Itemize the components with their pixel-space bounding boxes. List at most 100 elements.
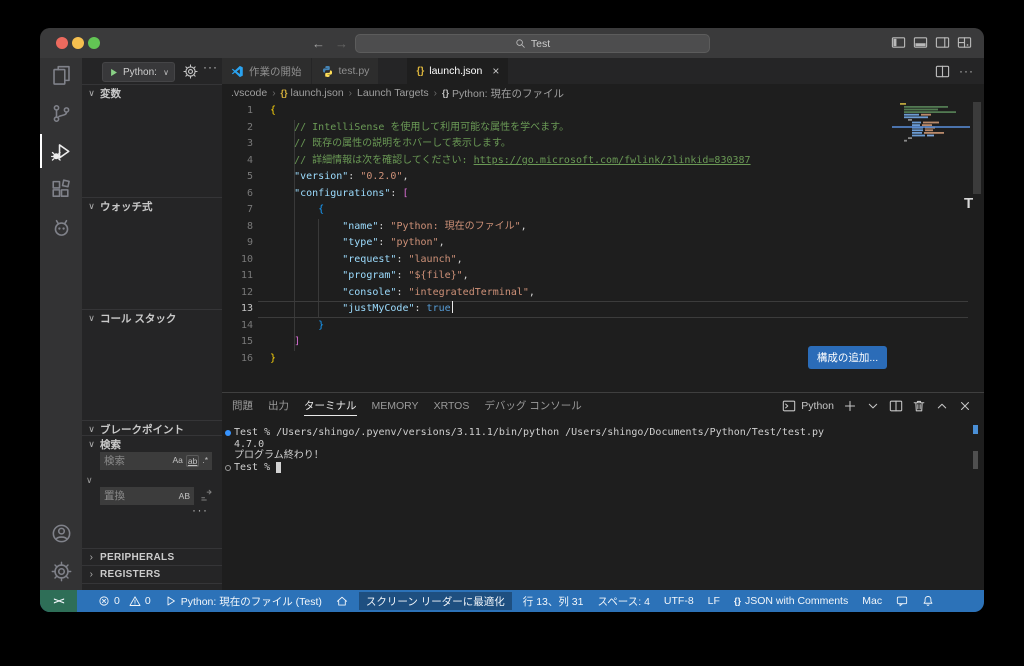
line-number[interactable]: 11 bbox=[222, 268, 253, 285]
status-language-mode[interactable]: {}JSON with Comments bbox=[727, 590, 855, 612]
code-line-4[interactable]: 4 // 詳細情報は次を確認してください: https://go.microso… bbox=[222, 153, 984, 170]
line-number[interactable]: 12 bbox=[222, 285, 253, 302]
editor-tab-0[interactable]: 作業の開始 bbox=[222, 58, 312, 84]
breadcrumb-item-1[interactable]: {}launch.json bbox=[281, 87, 344, 99]
code-line-5[interactable]: 5 "version": "0.2.0", bbox=[222, 169, 984, 186]
command-center-search[interactable]: Test bbox=[355, 34, 710, 53]
terminal[interactable]: Test % /Users/shingo/.pyenv/versions/3.1… bbox=[224, 393, 984, 590]
editor[interactable]: 1{2 // IntelliSense を使用して利用可能な属性を学べます。3 … bbox=[222, 102, 984, 392]
activity-item-accounts[interactable] bbox=[40, 521, 82, 545]
sidebar-section-2[interactable]: ∨コール スタック bbox=[87, 311, 222, 326]
activity-item-source-control[interactable] bbox=[40, 101, 82, 125]
code-line-2[interactable]: 2 // IntelliSense を使用して利用可能な属性を学べます。 bbox=[222, 120, 984, 137]
code-line-9[interactable]: 9 "type": "python", bbox=[222, 235, 984, 252]
breadcrumb-item-3[interactable]: {}Python: 現在のファイル bbox=[442, 86, 564, 101]
status-home[interactable] bbox=[329, 590, 355, 612]
line-number[interactable]: 15 bbox=[222, 334, 253, 351]
code-line-8[interactable]: 8 "name": "Python: 現在のファイル", bbox=[222, 219, 984, 236]
preserve-case-toggle[interactable]: AB bbox=[179, 491, 190, 501]
line-number[interactable]: 8 bbox=[222, 219, 253, 236]
editor-more-actions[interactable]: ··· bbox=[959, 64, 974, 78]
status-cursor-position[interactable]: 行 13、列 31 bbox=[516, 590, 591, 612]
line-number[interactable]: 2 bbox=[222, 120, 253, 137]
whole-word-toggle[interactable]: ab bbox=[186, 455, 199, 467]
status-screen-reader-mode[interactable]: スクリーン リーダーに最適化 bbox=[359, 592, 512, 610]
add-configuration-button[interactable]: 構成の追加... bbox=[808, 346, 887, 369]
search-more-actions[interactable]: ··· bbox=[192, 503, 209, 517]
toggle-replace-icon[interactable]: ∨ bbox=[86, 475, 93, 486]
activity-item-extensions[interactable] bbox=[40, 177, 82, 201]
status-feedback[interactable] bbox=[889, 590, 915, 612]
toggle-primary-sidebar-icon[interactable] bbox=[891, 35, 906, 50]
replace-all-icon[interactable] bbox=[200, 489, 213, 502]
sidebar-section-4[interactable]: ∨検索 bbox=[87, 437, 222, 452]
line-number[interactable]: 14 bbox=[222, 318, 253, 335]
debug-config-select[interactable]: Python: ∨ bbox=[102, 62, 175, 82]
sidebar-section-1[interactable]: ∨ウォッチ式 bbox=[87, 199, 222, 214]
code-line-7[interactable]: 7 { bbox=[222, 202, 984, 219]
status-remote-indicator[interactable]: >< bbox=[40, 590, 77, 612]
chevron-right-icon: › bbox=[349, 88, 352, 99]
search-input[interactable] bbox=[104, 455, 169, 467]
editor-tab-2[interactable]: {}launch.json× bbox=[407, 58, 509, 84]
editor-scrollbar[interactable] bbox=[973, 102, 981, 194]
customize-layout-icon[interactable] bbox=[957, 35, 972, 50]
layout-controls bbox=[891, 35, 972, 50]
status-indentation[interactable]: スペース: 4 bbox=[591, 590, 657, 612]
source-control-icon bbox=[51, 103, 72, 124]
line-number[interactable]: 5 bbox=[222, 169, 253, 186]
line-number[interactable]: 16 bbox=[222, 351, 253, 368]
line-number[interactable]: 13 bbox=[222, 301, 253, 318]
match-case-toggle[interactable]: Aa bbox=[172, 455, 182, 467]
line-number[interactable]: 3 bbox=[222, 136, 253, 153]
forward-button[interactable]: → bbox=[335, 36, 348, 51]
replace-input[interactable] bbox=[104, 490, 176, 502]
status-debug-launch-config[interactable]: Python: 現在のファイル (Test) bbox=[158, 590, 329, 612]
code-line-14[interactable]: 14 } bbox=[222, 318, 984, 335]
code-line-3[interactable]: 3 // 既存の属性の説明をホバーして表示します。 bbox=[222, 136, 984, 153]
code-line-10[interactable]: 10 "request": "launch", bbox=[222, 252, 984, 269]
sidebar-section-0[interactable]: ∨変数 bbox=[87, 86, 222, 101]
toggle-panel-icon[interactable] bbox=[913, 35, 928, 50]
code-line-13[interactable]: 13 "justMyCode": true bbox=[222, 301, 984, 318]
toggle-secondary-sidebar-icon[interactable] bbox=[935, 35, 950, 50]
activity-item-manage[interactable] bbox=[40, 559, 82, 583]
line-number[interactable]: 9 bbox=[222, 235, 253, 252]
code-line-12[interactable]: 12 "console": "integratedTerminal", bbox=[222, 285, 984, 302]
status-notifications[interactable] bbox=[915, 590, 941, 612]
status-problems[interactable]: 00 bbox=[91, 590, 158, 612]
activity-item-run-and-debug[interactable] bbox=[40, 139, 82, 163]
breadcrumb-item-2[interactable]: Launch Targets bbox=[357, 87, 429, 99]
line-number[interactable]: 6 bbox=[222, 186, 253, 203]
split-editor-icon[interactable] bbox=[935, 64, 950, 79]
sidebar-section-registers[interactable]: ›REGISTERS bbox=[87, 567, 222, 582]
command-decoration-icon[interactable] bbox=[225, 465, 231, 471]
code-line-6[interactable]: 6 "configurations": [ bbox=[222, 186, 984, 203]
editor-tab-1[interactable]: test.py bbox=[312, 58, 380, 84]
minimap[interactable] bbox=[898, 102, 962, 142]
activity-item-explorer[interactable] bbox=[40, 63, 82, 87]
sidebar-section-peripherals[interactable]: ›PERIPHERALS bbox=[87, 550, 222, 565]
zoom-window-button[interactable] bbox=[88, 37, 100, 49]
activity-item-rtos-debugger[interactable] bbox=[40, 215, 82, 239]
status-platform[interactable]: Mac bbox=[855, 590, 889, 612]
status-encoding[interactable]: UTF-8 bbox=[657, 590, 701, 612]
breadcrumb-item-0[interactable]: .vscode bbox=[231, 87, 267, 99]
line-number[interactable]: 7 bbox=[222, 202, 253, 219]
debug-start-icon[interactable] bbox=[108, 67, 119, 78]
line-number[interactable]: 1 bbox=[222, 103, 253, 120]
close-window-button[interactable] bbox=[56, 37, 68, 49]
debug-settings-gear-icon[interactable] bbox=[183, 64, 198, 79]
command-decoration-icon[interactable] bbox=[225, 430, 231, 436]
regex-toggle[interactable]: .* bbox=[202, 455, 208, 467]
minimize-window-button[interactable] bbox=[72, 37, 84, 49]
terminal-scrollbar[interactable] bbox=[973, 451, 978, 469]
debug-more-actions[interactable]: ··· bbox=[203, 60, 218, 74]
back-button[interactable]: ← bbox=[312, 36, 325, 51]
line-number[interactable]: 10 bbox=[222, 252, 253, 269]
close-tab-icon[interactable]: × bbox=[492, 64, 499, 78]
line-number[interactable]: 4 bbox=[222, 153, 253, 170]
status-eol[interactable]: LF bbox=[701, 590, 727, 612]
code-line-11[interactable]: 11 "program": "${file}", bbox=[222, 268, 984, 285]
code-line-1[interactable]: 1{ bbox=[222, 103, 984, 120]
